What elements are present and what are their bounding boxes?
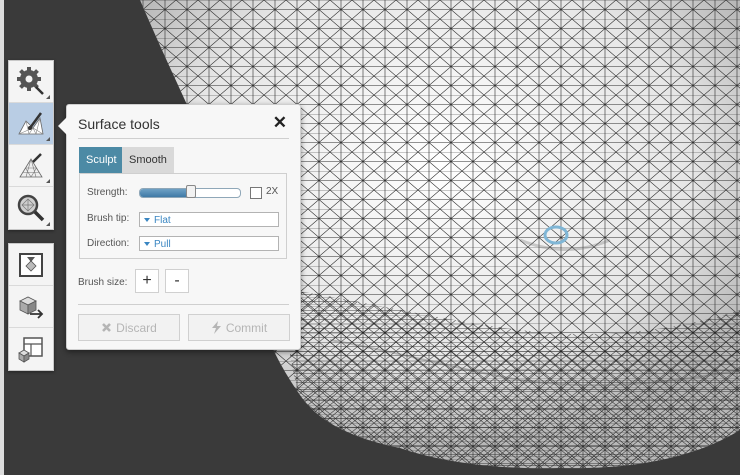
submenu-corner-icon: [46, 179, 50, 183]
toolbar-bottom-group: [8, 243, 54, 371]
analysis-tools-button[interactable]: [9, 187, 53, 229]
commit-button[interactable]: Commit: [188, 314, 290, 341]
window-edge: [0, 0, 4, 475]
surface-tools-panel: Surface tools ✕ Sculpt Smooth Strength: …: [58, 104, 301, 350]
double-strength-checkbox[interactable]: [250, 187, 262, 199]
panel-title: Surface tools: [78, 116, 160, 132]
brush-tip-value: Flat: [154, 215, 171, 226]
export-tool-button[interactable]: [9, 286, 53, 328]
sculpt-settings-box: Strength: 2X Brush tip: Flat Direction: …: [79, 173, 287, 259]
brush-size-increase-button[interactable]: +: [135, 269, 159, 293]
toolbar-top-group: [8, 60, 54, 230]
title-divider: [78, 138, 289, 139]
direction-select[interactable]: Pull: [139, 236, 279, 251]
brush-tip-label: Brush tip:: [87, 213, 130, 224]
layout-tool-button[interactable]: [9, 328, 53, 370]
strength-slider-handle[interactable]: [186, 185, 196, 198]
view-tool-button[interactable]: [9, 244, 53, 286]
gear-icon: [17, 66, 44, 95]
mesh-edit-icon: [19, 152, 43, 178]
submenu-corner-icon: [46, 137, 50, 141]
direction-label: Direction:: [87, 238, 130, 249]
brush-tip-select[interactable]: Flat: [139, 212, 279, 227]
settings-tool-button[interactable]: [9, 61, 53, 103]
actions-divider: [78, 304, 289, 305]
dropdown-arrow-icon: [144, 242, 150, 246]
tab-sculpt[interactable]: Sculpt: [79, 147, 124, 173]
tab-smooth[interactable]: Smooth: [122, 147, 174, 173]
commit-label: Commit: [225, 320, 268, 335]
strength-label: Strength:: [87, 187, 128, 198]
double-strength-label: 2X: [266, 186, 279, 197]
close-icon[interactable]: ✕: [273, 113, 287, 133]
strength-slider-fill: [140, 189, 191, 197]
edit-tools-button[interactable]: [9, 145, 53, 187]
magnifier-icon: [17, 194, 45, 222]
submenu-corner-icon: [46, 222, 50, 226]
discard-label: Discard: [116, 320, 157, 335]
submenu-corner-icon: [46, 95, 50, 99]
view-box-icon: [19, 252, 43, 277]
panel-pointer: [58, 117, 67, 135]
layout-grid-icon: [18, 337, 43, 363]
cube-export-icon: [19, 296, 44, 319]
brush-size-decrease-button[interactable]: -: [165, 269, 189, 293]
close-x-icon: [102, 323, 112, 332]
discard-button[interactable]: Discard: [78, 314, 180, 341]
lightning-icon: [211, 321, 221, 334]
surface-tools-button[interactable]: [9, 103, 53, 145]
direction-value: Pull: [154, 239, 171, 250]
brush-mesh-icon: [18, 111, 44, 135]
dropdown-arrow-icon: [144, 218, 150, 222]
brush-size-label: Brush size:: [78, 277, 128, 288]
